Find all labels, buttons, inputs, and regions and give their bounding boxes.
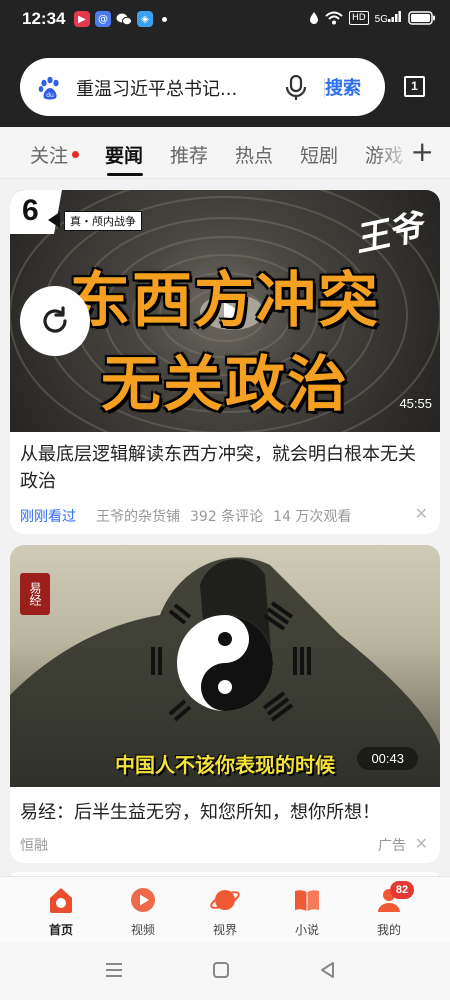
- tabs-fade: [374, 127, 414, 177]
- book-icon: [295, 890, 319, 911]
- card-meta: 恒融: [20, 835, 48, 855]
- add-channel-button[interactable]: +: [411, 135, 434, 168]
- nav-video[interactable]: 视频: [113, 885, 173, 938]
- author-name[interactable]: 王爷的杂货铺: [96, 509, 180, 525]
- status-app-icons: ▶ @ ◈: [74, 11, 167, 27]
- nav-video-label: 视频: [130, 923, 155, 937]
- signal-icon: 5G: [375, 11, 402, 25]
- view-count: 14 万次观看: [273, 509, 352, 525]
- planet-icon: [210, 890, 240, 910]
- nav-profile-label: 我的: [376, 923, 401, 937]
- profile-notification-badge: 82: [390, 881, 414, 899]
- follow-unread-dot: [72, 151, 79, 158]
- location-drop-icon: [309, 12, 318, 24]
- card-title[interactable]: 易经：后半生益无穷，知您所知，想你所想！: [20, 799, 430, 826]
- comment-count: 392 条评论: [190, 509, 264, 525]
- feed-card-video[interactable]: 6 真・颅内战争 王爷 东西方冲突 无关政治 45:55 从最底层逻辑解读东西方…: [10, 190, 440, 534]
- dismiss-icon[interactable]: ✕: [415, 504, 428, 523]
- channel-tabs: 关注 要闻 推荐 热点 短剧 游戏 +: [0, 127, 450, 179]
- tab-news[interactable]: 要闻: [105, 141, 143, 168]
- nav-world[interactable]: 视界: [195, 885, 255, 938]
- system-nav-bar: [0, 942, 450, 1000]
- tab-hot[interactable]: 热点: [235, 141, 273, 168]
- tab-short-drama[interactable]: 短剧: [300, 141, 338, 168]
- status-bar: 12:34 ▶ @ ◈ HD 5G: [0, 0, 450, 40]
- svg-text:du: du: [46, 92, 54, 99]
- feed-card-ad[interactable]: 易经 中国人不该你表现的时候 00:43 易经：后半生益无穷，知您所知，想你所想…: [10, 545, 440, 863]
- home-icon: [50, 888, 72, 913]
- recent-apps-icon[interactable]: [104, 960, 124, 980]
- dismiss-icon[interactable]: ✕: [415, 834, 428, 853]
- more-notifications-icon: [162, 16, 167, 22]
- tab-follow[interactable]: 关注: [30, 141, 68, 168]
- mic-icon[interactable]: [284, 75, 308, 101]
- battery-icon: [408, 11, 435, 25]
- video-duration: 45:55: [399, 396, 432, 411]
- ad-label: 广告: [378, 838, 406, 854]
- at-app-icon: @: [95, 11, 111, 27]
- search-button[interactable]: 搜索: [325, 74, 361, 100]
- video-duration: 00:43: [357, 747, 418, 770]
- nav-world-label: 视界: [212, 923, 237, 937]
- tab-count-button[interactable]: 1: [404, 76, 425, 97]
- search-header: du 重温习近平总书记... 搜索 1: [0, 40, 450, 127]
- home-button-icon[interactable]: [211, 960, 231, 980]
- baidu-paw-icon: du: [38, 76, 59, 100]
- back-icon[interactable]: [318, 960, 338, 980]
- ad-video-thumbnail[interactable]: 易经 中国人不该你表现的时候 00:43: [10, 545, 440, 787]
- card-meta: 刚刚看过 王爷的杂货铺 392 条评论 14 万次观看: [20, 506, 351, 526]
- yijing-seal-logo: 易经: [20, 573, 50, 615]
- nav-home-label: 首页: [48, 923, 73, 937]
- series-badge: 6 真・颅内战争: [10, 190, 142, 234]
- recently-viewed-label: 刚刚看过: [20, 509, 76, 525]
- series-number: 6: [22, 194, 39, 227]
- video-thumbnail[interactable]: 6 真・颅内战争 王爷 东西方冲突 无关政治 45:55: [10, 190, 440, 432]
- status-time: 12:34: [22, 9, 66, 28]
- bottom-nav: 首页 视频 视界 小说 我的 82: [0, 876, 450, 942]
- wifi-icon: [325, 11, 343, 25]
- series-label: 真・颅内战争: [64, 211, 142, 231]
- nav-novel[interactable]: 小说: [277, 885, 337, 938]
- advertiser-name[interactable]: 恒融: [20, 838, 48, 854]
- search-bar[interactable]: du 重温习近平总书记... 搜索: [20, 58, 385, 116]
- app-tile-icon: ◈: [137, 11, 153, 27]
- replay-button[interactable]: [20, 286, 90, 356]
- card-title[interactable]: 从最底层逻辑解读东西方冲突，就会明白根本无关政治: [20, 441, 430, 495]
- video-icon: [131, 888, 155, 912]
- nav-home[interactable]: 首页: [31, 885, 91, 938]
- video-app-icon: ▶: [74, 11, 90, 27]
- nav-novel-label: 小说: [294, 923, 319, 937]
- replay-icon: [43, 306, 67, 333]
- wechat-icon: [116, 11, 132, 27]
- active-tab-indicator: [107, 173, 143, 176]
- status-right: HD 5G: [309, 11, 436, 25]
- hd-icon: HD: [348, 11, 369, 25]
- tab-recommend[interactable]: 推荐: [170, 141, 208, 168]
- search-query[interactable]: 重温习近平总书记...: [76, 75, 237, 101]
